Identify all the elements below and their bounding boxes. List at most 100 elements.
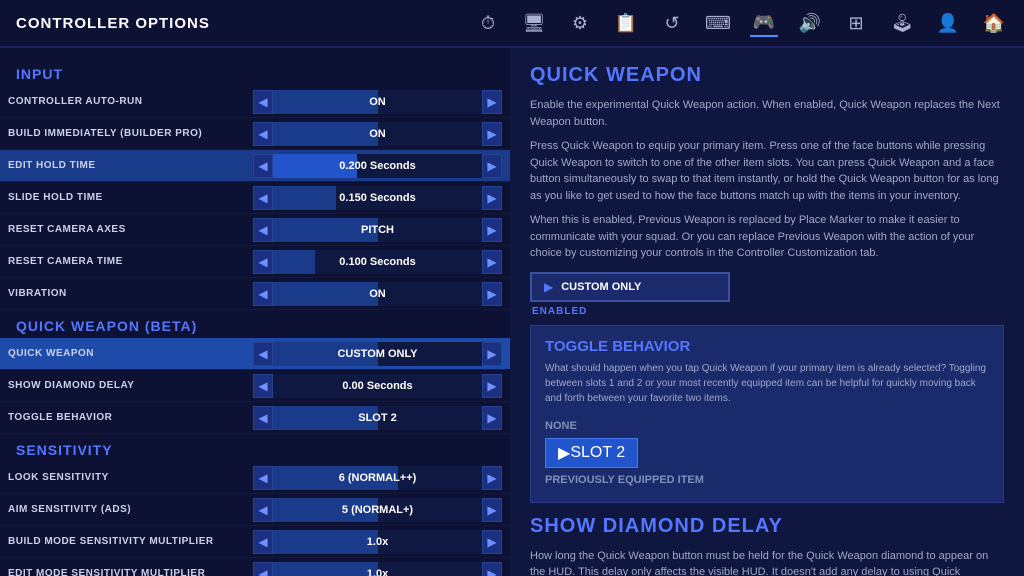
value-display-input-0: ON <box>273 90 482 114</box>
section-header-input: INPUT <box>0 58 510 86</box>
option-none[interactable]: NONE <box>545 416 989 436</box>
setting-row-input-1[interactable]: BUILD IMMEDIATELY (BUILDER PRO)◀ON▶ <box>0 118 510 150</box>
setting-row-quick-weapon-beta-2[interactable]: TOGGLE BEHAVIOR◀ SLOT 2 ▶ <box>0 402 510 434</box>
arrow-right-input-5[interactable]: ▶ <box>482 250 502 274</box>
setting-row-input-3[interactable]: SLIDE HOLD TIME◀0.150 Seconds▶ <box>0 182 510 214</box>
nav-icon-display[interactable]: 🖥 <box>520 9 548 37</box>
setting-control-quick-weapon-beta-1: ◀0.00 Seconds▶ <box>253 370 502 401</box>
nav-icon-user[interactable]: 👤 <box>934 9 962 37</box>
setting-row-sensitivity-3[interactable]: EDIT MODE SENSITIVITY MULTIPLIER◀1.0x▶ <box>0 558 510 576</box>
arrow-right-input-2[interactable]: ▶ <box>482 154 502 178</box>
arrow-left-sensitivity-2[interactable]: ◀ <box>253 530 273 554</box>
nav-icon-gamepad[interactable]: 🕹 <box>888 9 916 37</box>
setting-row-input-6[interactable]: VIBRATION◀ON▶ <box>0 278 510 310</box>
nav-icon-gear[interactable]: ⚙ <box>566 9 594 37</box>
arrow-left-sensitivity-1[interactable]: ◀ <box>253 498 273 522</box>
setting-label-input-0: CONTROLLER AUTO-RUN <box>8 96 253 107</box>
left-panel: INPUTCONTROLLER AUTO-RUN◀ON▶BUILD IMMEDI… <box>0 48 510 576</box>
setting-row-quick-weapon-beta-1[interactable]: SHOW DIAMOND DELAY◀0.00 Seconds▶ <box>0 370 510 402</box>
arrow-left-input-5[interactable]: ◀ <box>253 250 273 274</box>
arrow-right-sensitivity-1[interactable]: ▶ <box>482 498 502 522</box>
value-text-input-5: 0.100 Seconds <box>339 256 415 268</box>
setting-label-quick-weapon-beta-2: TOGGLE BEHAVIOR <box>8 412 253 423</box>
setting-row-quick-weapon-beta-0[interactable]: QUICK WEAPON◀CUSTOM ONLY▶ <box>0 338 510 370</box>
setting-row-input-2[interactable]: EDIT HOLD TIME◀0.200 Seconds▶ <box>0 150 510 182</box>
arrow-right-quick-weapon-beta-0[interactable]: ▶ <box>482 342 502 366</box>
arrow-left-sensitivity-0[interactable]: ◀ <box>253 466 273 490</box>
nav-icon-refresh[interactable]: ↺ <box>658 9 686 37</box>
right-intro-3: When this is enabled, Previous Weapon is… <box>530 212 1004 262</box>
arrow-right-input-4[interactable]: ▶ <box>482 218 502 242</box>
arrow-left-quick-weapon-beta-0[interactable]: ◀ <box>253 342 273 366</box>
value-bar-input-3 <box>273 186 336 210</box>
setting-row-sensitivity-0[interactable]: LOOK SENSITIVITY◀6 (NORMAL++)▶ <box>0 462 510 494</box>
value-text-quick-weapon-beta-2: SLOT 2 <box>358 412 397 424</box>
value-display-sensitivity-1: 5 (NORMAL+) <box>273 498 482 522</box>
setting-label-sensitivity-0: LOOK SENSITIVITY <box>8 472 253 483</box>
arrow-right-quick-weapon-beta-1[interactable]: ▶ <box>482 374 502 398</box>
nav-icon-audio[interactable]: 🔊 <box>796 9 824 37</box>
value-text-quick-weapon-beta-0: CUSTOM ONLY <box>337 348 417 360</box>
setting-row-input-5[interactable]: RESET CAMERA TIME◀0.100 Seconds▶ <box>0 246 510 278</box>
arrow-right-input-1[interactable]: ▶ <box>482 122 502 146</box>
value-display-input-1: ON <box>273 122 482 146</box>
value-bar-input-6 <box>273 282 378 306</box>
arrow-right-sensitivity-2[interactable]: ▶ <box>482 530 502 554</box>
arrow-left-input-1[interactable]: ◀ <box>253 122 273 146</box>
option-prev-equipped[interactable]: PREVIOUSLY EQUIPPED ITEM <box>545 470 989 490</box>
arrow-left-input-0[interactable]: ◀ <box>253 90 273 114</box>
value-bar-input-1 <box>273 122 378 146</box>
setting-control-input-4: ◀PITCH▶ <box>253 214 502 245</box>
nav-icon-keyboard[interactable]: ⌨ <box>704 9 732 37</box>
setting-label-input-4: RESET CAMERA AXES <box>8 224 253 235</box>
nav-icon-home[interactable]: 🏠 <box>980 9 1008 37</box>
setting-row-sensitivity-2[interactable]: BUILD MODE SENSITIVITY MULTIPLIER◀1.0x▶ <box>0 526 510 558</box>
arrow-left-input-6[interactable]: ◀ <box>253 282 273 306</box>
nav-icons: ⏱ 🖥 ⚙ 📋 ↺ ⌨ 🎮 🔊 ⊞ 🕹 👤 🏠 <box>474 9 1008 37</box>
nav-icon-timer[interactable]: ⏱ <box>474 9 502 37</box>
setting-label-input-1: BUILD IMMEDIATELY (BUILDER PRO) <box>8 128 253 139</box>
arrow-left-quick-weapon-beta-2[interactable]: ◀ <box>253 406 273 430</box>
arrow-left-quick-weapon-beta-1[interactable]: ◀ <box>253 374 273 398</box>
setting-control-input-0: ◀ON▶ <box>253 86 502 117</box>
arrow-left-input-3[interactable]: ◀ <box>253 186 273 210</box>
custom-only-button[interactable]: ▶ CUSTOM ONLY <box>530 272 730 302</box>
setting-row-input-4[interactable]: RESET CAMERA AXES◀PITCH▶ <box>0 214 510 246</box>
setting-label-sensitivity-2: BUILD MODE SENSITIVITY MULTIPLIER <box>8 536 253 547</box>
value-display-input-2: 0.200 Seconds <box>273 154 482 178</box>
value-display-quick-weapon-beta-1: 0.00 Seconds <box>273 374 482 398</box>
right-panel: QUICK WEAPON Enable the experimental Qui… <box>510 48 1024 576</box>
value-display-sensitivity-3: 1.0x <box>273 562 482 576</box>
page-title: CONTROLLER OPTIONS <box>16 15 210 32</box>
arrow-right-sensitivity-0[interactable]: ▶ <box>482 466 502 490</box>
value-display-sensitivity-0: 6 (NORMAL++) <box>273 466 482 490</box>
arrow-right-input-6[interactable]: ▶ <box>482 282 502 306</box>
arrow-left-input-4[interactable]: ◀ <box>253 218 273 242</box>
nav-icon-network[interactable]: ⊞ <box>842 9 870 37</box>
option-slot2-label: SLOT 2 <box>570 444 625 462</box>
arrow-left-sensitivity-3[interactable]: ◀ <box>253 562 273 576</box>
enabled-label: ENABLED <box>530 306 1004 317</box>
arrow-right-input-0[interactable]: ▶ <box>482 90 502 114</box>
option-slot2-selected[interactable]: ▶ SLOT 2 <box>545 438 638 468</box>
section-header-sensitivity: SENSITIVITY <box>0 434 510 462</box>
value-text-input-2: 0.200 Seconds <box>339 160 415 172</box>
toggle-behavior-panel: TOGGLE BEHAVIOR What should happen when … <box>530 325 1004 503</box>
nav-icon-clipboard[interactable]: 📋 <box>612 9 640 37</box>
value-text-sensitivity-1: 5 (NORMAL+) <box>342 504 413 516</box>
setting-row-input-0[interactable]: CONTROLLER AUTO-RUN◀ON▶ <box>0 86 510 118</box>
arrow-right-sensitivity-3[interactable]: ▶ <box>482 562 502 576</box>
arrow-left-input-2[interactable]: ◀ <box>253 154 273 178</box>
arrow-right-quick-weapon-beta-2[interactable]: ▶ <box>482 406 502 430</box>
show-diamond-desc: How long the Quick Weapon button must be… <box>530 548 1004 576</box>
setting-control-input-6: ◀ON▶ <box>253 278 502 309</box>
setting-row-sensitivity-1[interactable]: AIM SENSITIVITY (ADS)◀ 5 (NORMAL+) ▶ <box>0 494 510 526</box>
setting-label-input-6: VIBRATION <box>8 288 253 299</box>
value-display-input-3: 0.150 Seconds <box>273 186 482 210</box>
value-bar-input-5 <box>273 250 315 274</box>
right-intro-1: Enable the experimental Quick Weapon act… <box>530 97 1004 130</box>
value-display-input-6: ON <box>273 282 482 306</box>
arrow-right-input-3[interactable]: ▶ <box>482 186 502 210</box>
nav-icon-controller[interactable]: 🎮 <box>750 9 778 37</box>
setting-label-sensitivity-1: AIM SENSITIVITY (ADS) <box>8 504 253 515</box>
